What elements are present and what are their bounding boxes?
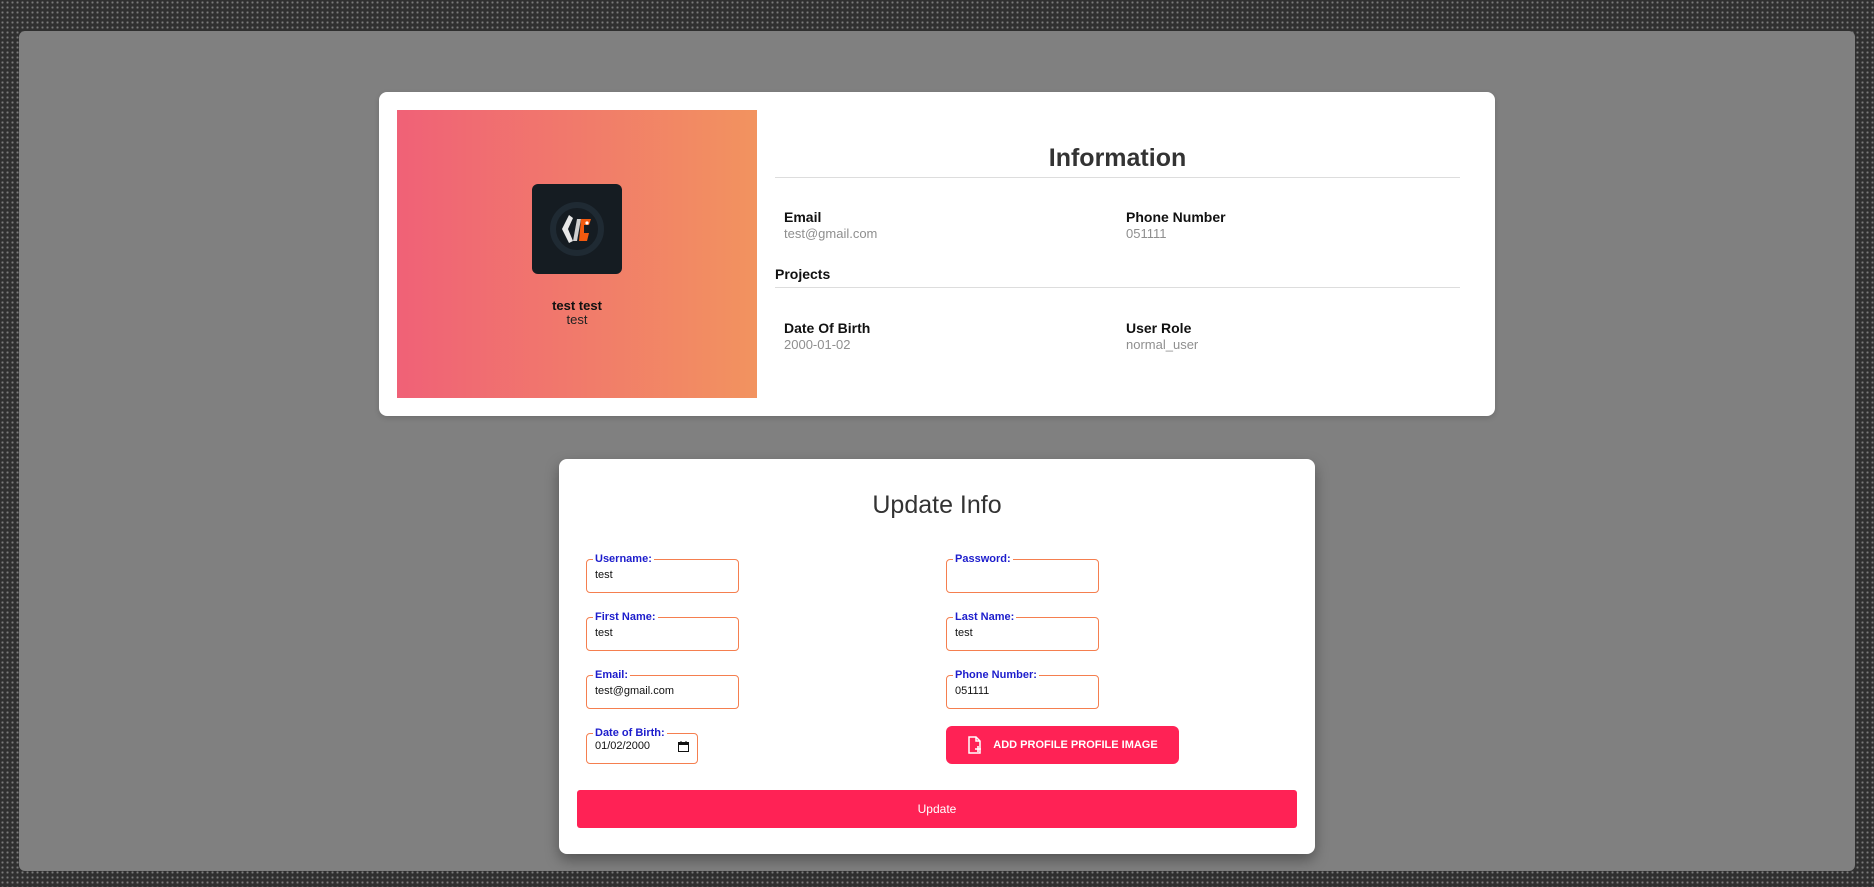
email-field-label: Email: <box>595 669 629 681</box>
profile-full-name: test test <box>552 298 602 313</box>
information-title: Information <box>1048 144 1187 172</box>
information-section: Information Email test@gmail.com Phone N… <box>775 110 1460 398</box>
add-profile-image-label: ADD PROFILE PROFILE IMAGE <box>993 739 1158 751</box>
logo-icon <box>550 202 604 256</box>
first-name-input[interactable] <box>595 627 730 639</box>
email-label: Email <box>784 209 822 225</box>
dob-value: 2000-01-02 <box>784 337 851 352</box>
dob-label: Date Of Birth <box>784 320 871 336</box>
update-info-card: Update Info Username: Password: First Na… <box>559 459 1315 854</box>
date-of-birth-field-label: Date of Birth: <box>595 727 665 739</box>
phone-label: Phone Number <box>1126 209 1226 225</box>
last-name-input[interactable] <box>955 627 1090 639</box>
user-role-value: normal_user <box>1126 337 1199 352</box>
password-input[interactable] <box>955 569 1090 581</box>
first-name-field[interactable]: First Name: <box>586 611 739 651</box>
projects-label: Projects <box>775 266 831 282</box>
avatar <box>532 184 622 274</box>
divider <box>775 287 1460 288</box>
email-value: test@gmail.com <box>784 226 878 241</box>
add-profile-image-button[interactable]: ADD PROFILE PROFILE IMAGE <box>946 726 1179 764</box>
email-input[interactable] <box>595 685 730 697</box>
update-button[interactable]: Update <box>577 790 1297 828</box>
file-add-icon <box>968 736 982 754</box>
update-info-title: Update Info <box>872 491 1002 519</box>
password-field[interactable]: Password: <box>946 553 1099 593</box>
phone-number-field-label: Phone Number: <box>955 669 1037 681</box>
calendar-icon[interactable] <box>678 740 689 752</box>
profile-banner: test test test <box>397 110 757 398</box>
divider <box>775 177 1460 178</box>
user-role-label: User Role <box>1126 320 1192 336</box>
username-input[interactable] <box>595 569 730 581</box>
date-of-birth-input[interactable]: 01/02/2000 <box>595 740 650 752</box>
phone-value: 051111 <box>1126 226 1167 241</box>
username-field-label: Username: <box>595 553 652 565</box>
profile-username: test <box>566 312 588 327</box>
date-of-birth-field[interactable]: Date of Birth: 01/02/2000 <box>586 727 698 764</box>
last-name-field[interactable]: Last Name: <box>946 611 1099 651</box>
profile-card: test test test Information Email test@gm… <box>379 92 1495 416</box>
username-field[interactable]: Username: <box>586 553 739 593</box>
last-name-field-label: Last Name: <box>955 611 1015 623</box>
email-field[interactable]: Email: <box>586 669 739 709</box>
password-field-label: Password: <box>955 553 1011 565</box>
phone-number-input[interactable] <box>955 685 1090 697</box>
first-name-field-label: First Name: <box>595 611 656 623</box>
phone-number-field[interactable]: Phone Number: <box>946 669 1099 709</box>
